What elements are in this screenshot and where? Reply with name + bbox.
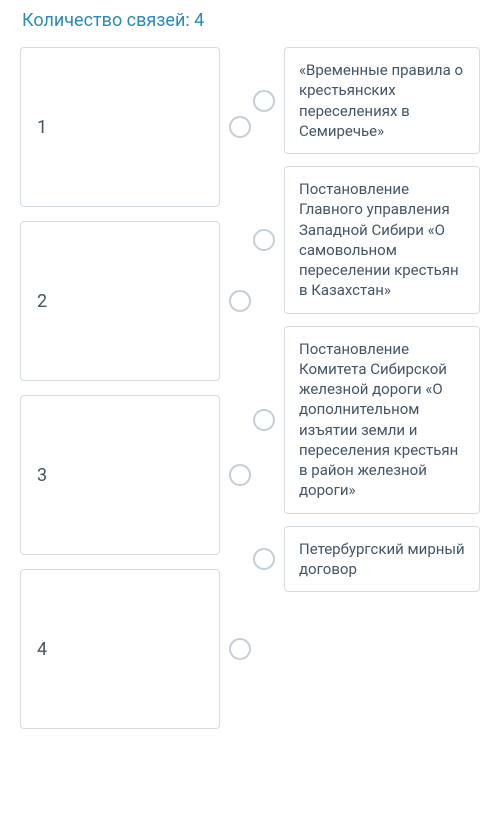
left-item-1[interactable]: 1 <box>20 47 220 207</box>
left-item-3[interactable]: 3 <box>20 395 220 555</box>
connector-circle-icon[interactable] <box>253 548 275 570</box>
left-column: 1 2 3 4 <box>20 47 220 729</box>
right-item-text: «Временные правила о крестьянских пересе… <box>299 60 465 141</box>
right-item-text: Петербургский мирный договор <box>299 539 465 580</box>
connector-circle-icon[interactable] <box>253 409 275 431</box>
right-item-1[interactable]: «Временные правила о крестьянских пересе… <box>284 47 480 154</box>
left-item-label: 1 <box>37 117 47 138</box>
right-item-3[interactable]: Постановление Комитета Сибирской железно… <box>284 326 480 514</box>
left-item-4[interactable]: 4 <box>20 569 220 729</box>
left-item-label: 4 <box>37 639 47 660</box>
connector-circle-icon[interactable] <box>229 464 251 486</box>
matching-exercise: 1 2 3 4 «Временные правила о крестьянски… <box>20 47 480 729</box>
connector-circle-icon[interactable] <box>253 90 275 112</box>
connections-count-header: Количество связей: 4 <box>20 10 480 31</box>
right-item-2[interactable]: Постановление Главного управления Западн… <box>284 166 480 314</box>
right-item-text: Постановление Комитета Сибирской железно… <box>299 339 465 501</box>
right-item-4[interactable]: Петербургский мирный договор <box>284 526 480 593</box>
left-item-label: 3 <box>37 465 47 486</box>
right-item-text: Постановление Главного управления Западн… <box>299 179 465 301</box>
connector-circle-icon[interactable] <box>229 638 251 660</box>
connector-circle-icon[interactable] <box>229 290 251 312</box>
left-item-2[interactable]: 2 <box>20 221 220 381</box>
connector-circle-icon[interactable] <box>229 116 251 138</box>
right-column: «Временные правила о крестьянских пересе… <box>284 47 480 592</box>
connector-circle-icon[interactable] <box>253 229 275 251</box>
left-item-label: 2 <box>37 291 47 312</box>
